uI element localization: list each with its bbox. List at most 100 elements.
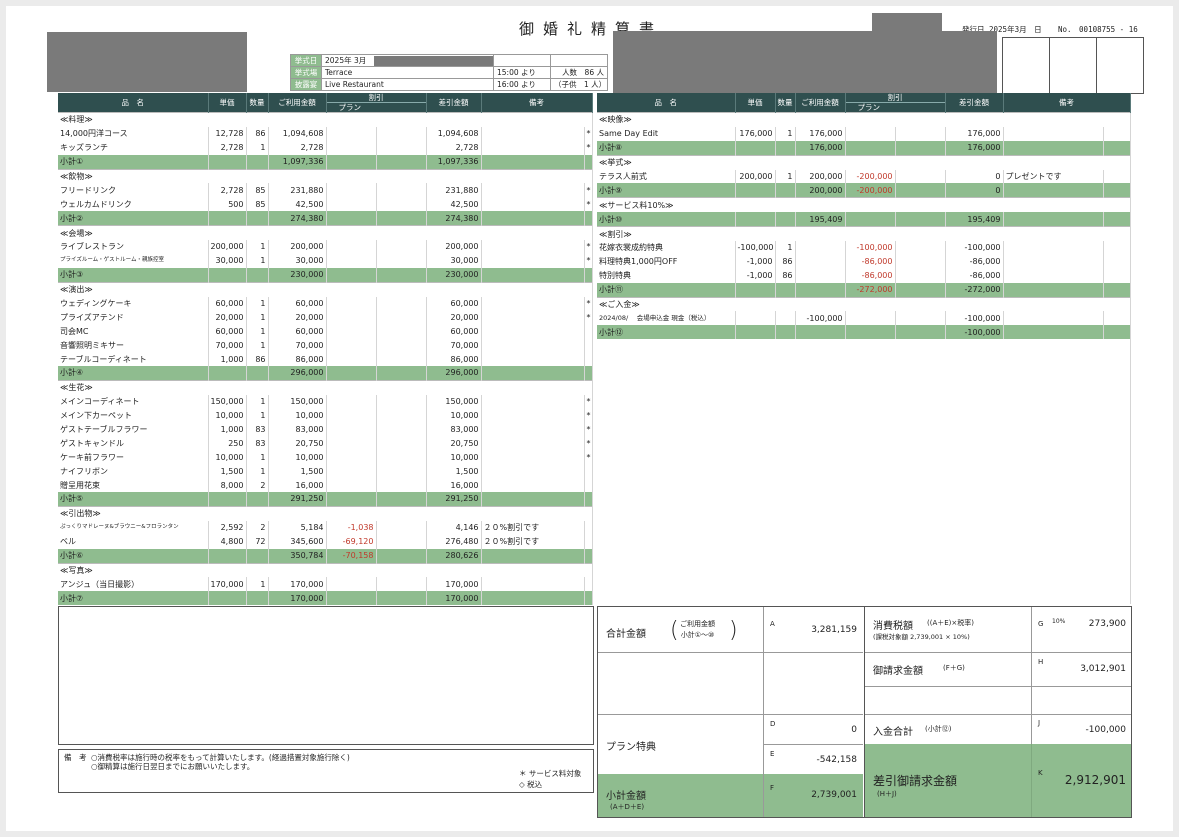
other-discount — [376, 394, 427, 409]
net-amount: 274,380 — [426, 211, 482, 226]
plan-discount — [845, 126, 896, 141]
other-discount — [376, 352, 427, 367]
other-discount — [376, 310, 427, 325]
unit-price — [208, 548, 247, 563]
document-number: No. 00108755 - 16 — [1058, 25, 1138, 34]
item-row: ベル 4,800 72 345,600 -69,120 276,480 ２０%割引です — [58, 534, 593, 549]
service-mark: * — [584, 197, 593, 212]
plan-discount — [326, 394, 377, 409]
net-amount: 83,000 — [426, 422, 482, 437]
unit-price — [208, 267, 247, 283]
service-mark — [584, 591, 593, 606]
service-mark: * — [584, 310, 593, 325]
amount: 1,500 — [268, 464, 327, 479]
redacted-block — [613, 31, 997, 93]
remarks — [481, 183, 585, 198]
unit-price: 1,000 — [208, 422, 247, 437]
redacted-block — [47, 32, 247, 92]
net-amount: 1,094,608 — [426, 126, 482, 141]
plan-discount — [326, 154, 377, 170]
unit-price: 250 — [208, 436, 247, 451]
amount: 231,880 — [268, 183, 327, 198]
legend-service: ＊ サービス料対象 — [519, 769, 582, 778]
net-amount: 280,626 — [426, 548, 482, 563]
section-title: ≪飲物≫ — [58, 168, 593, 184]
service-mark — [584, 366, 593, 381]
subtotal-row: 小計① 1,097,336 1,097,336 — [58, 154, 593, 170]
info-extra: （子供 1 人） — [550, 78, 608, 91]
subtotal-label: 小計金額 — [606, 791, 646, 802]
subtotal-row: 小計③ 230,000 230,000 — [58, 267, 593, 283]
amount: 42,500 — [268, 197, 327, 212]
item-name: フリードリンク — [58, 183, 209, 198]
net-amount: 30,000 — [426, 253, 482, 268]
other-discount — [376, 183, 427, 198]
quantity — [775, 282, 796, 298]
unit-price: 1,000 — [208, 352, 247, 367]
net-amount: -86,000 — [945, 268, 1004, 283]
quantity: 1 — [246, 140, 269, 155]
plan-discount — [326, 140, 377, 155]
item-name: ウェルカムドリンク — [58, 197, 209, 212]
remarks: ２０%割引です — [481, 520, 585, 535]
info-extra: 人数 86 人 — [550, 66, 608, 79]
subtotal-row: 小計② 274,380 274,380 — [58, 211, 593, 226]
unit-price — [735, 183, 776, 198]
item-name: 音響照明ミキサー — [58, 338, 209, 353]
other-discount — [376, 478, 427, 493]
quantity — [246, 366, 269, 381]
ceremony-info-table: 挙式日 2025年 3月 挙式場 Terrace 15:00 より 人数 86 … — [290, 54, 608, 91]
section-title: ≪引出物≫ — [58, 505, 593, 521]
D-value: 0 — [851, 725, 857, 735]
subtotal-label: 小計⑩ — [597, 212, 736, 227]
item-row: ライブレストラン 200,000 1 200,000 200,000 * — [58, 240, 593, 254]
section-title: ≪サービス料10%≫ — [597, 197, 1131, 213]
plan-discount: -200,000 — [845, 183, 896, 198]
item-row: ゲストキャンドル 250 83 20,750 20,750 * — [58, 436, 593, 451]
net-amount: 20,750 — [426, 436, 482, 451]
section-row: ≪ご入金≫ — [597, 296, 1131, 312]
unit-price — [208, 591, 247, 606]
amount: 10,000 — [268, 450, 327, 465]
subtotal-label: 小計① — [58, 154, 209, 170]
service-mark: * — [584, 394, 593, 409]
info-value: Terrace — [321, 66, 494, 79]
service-mark — [584, 492, 593, 507]
quantity — [246, 492, 269, 507]
other-discount — [376, 324, 427, 339]
section-row: ≪会場≫ — [58, 225, 593, 241]
amount: 291,250 — [268, 492, 327, 507]
blank-right-row — [865, 686, 1131, 715]
net-amount: 10,000 — [426, 450, 482, 465]
net-amount: 70,000 — [426, 338, 482, 353]
unit-price: 8,000 — [208, 478, 247, 493]
item-name: 料理特典1,000円OFF — [597, 254, 736, 269]
item-row: ケーキ前フラワー 10,000 1 10,000 10,000 * — [58, 450, 593, 465]
service-mark — [1103, 254, 1131, 269]
other-discount — [376, 591, 427, 606]
plan-discount — [845, 140, 896, 156]
net-amount: 231,880 — [426, 183, 482, 198]
subtotal-row: 小計⑪ -272,000 -272,000 — [597, 282, 1131, 298]
remarks — [481, 211, 585, 226]
amount: 86,000 — [268, 352, 327, 367]
quantity: 83 — [246, 422, 269, 437]
section-row: ≪映像≫ — [597, 111, 1131, 127]
quantity — [775, 311, 796, 326]
unit-price: -1,000 — [735, 254, 776, 269]
redacted-block — [374, 56, 493, 66]
net-amount: -100,000 — [945, 311, 1004, 326]
other-discount — [376, 408, 427, 423]
unit-price: 200,000 — [208, 240, 247, 254]
section-row: ≪写真≫ — [58, 562, 593, 578]
item-row: 14,000円洋コース 12,728 86 1,094,608 1,094,608 * — [58, 126, 593, 141]
unit-price: -100,000 — [735, 241, 776, 255]
item-row: 2024/08/ 会場申込金 現金（税込） -100,000 -100,000 — [597, 311, 1131, 326]
plan-discount — [326, 366, 377, 381]
service-mark: * — [584, 240, 593, 254]
info-value: Live Restaurant — [321, 78, 494, 91]
amount: 10,000 — [268, 408, 327, 423]
other-discount — [895, 311, 946, 326]
service-mark — [584, 577, 593, 592]
net-amount: 0 — [945, 183, 1004, 198]
